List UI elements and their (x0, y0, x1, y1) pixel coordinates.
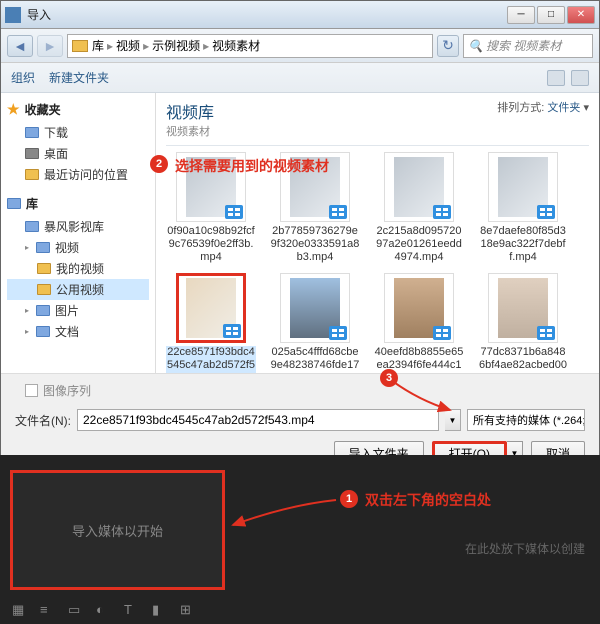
folder-icon (72, 40, 88, 52)
library-header[interactable]: 库 (7, 195, 149, 212)
sidebar-item-docs[interactable]: ▸文档 (7, 321, 149, 342)
file-open-dialog: 导入 ─ □ ✕ ◄ ► 库▸ 视频▸ 示例视频▸ 视频素材 ↻ 🔍 搜索 视频… (0, 0, 600, 455)
folder-icon (36, 305, 50, 316)
app-icon (5, 7, 21, 23)
favorites-header[interactable]: ★ 收藏夹 (7, 101, 149, 118)
sidebar-item[interactable]: 我的视频 (7, 258, 149, 279)
file-item[interactable]: 40eefd8b8855e65ea2394f6fe444c1ba.mp4 (374, 273, 464, 373)
filename-dropdown[interactable]: ▼ (445, 409, 461, 431)
file-item[interactable]: 8e7daefe80f85d318e9ac322f7debff.mp4 (478, 152, 568, 265)
search-input[interactable]: 🔍 搜索 视频素材 (463, 34, 593, 58)
view-icon[interactable] (547, 70, 565, 86)
minimize-button[interactable]: ─ (507, 6, 535, 24)
breadcrumb[interactable]: 库▸ 视频▸ 示例视频▸ 视频素材 (67, 34, 433, 58)
file-item[interactable]: 77dc8371b6a8486bf4ae82acbed000c2.mp4 (478, 273, 568, 373)
new-folder-button[interactable]: 新建文件夹 (49, 69, 109, 86)
titlebar[interactable]: 导入 ─ □ ✕ (1, 1, 599, 29)
folder-icon (25, 127, 39, 138)
folder-icon (25, 221, 39, 232)
ed-icon[interactable]: ▭ (68, 602, 82, 616)
file-item-selected[interactable]: 22ce8571f93bdc4545c47ab2d572f543.mp4 (166, 273, 256, 373)
expand-icon: ▸ (25, 306, 29, 315)
close-button[interactable]: ✕ (567, 6, 595, 24)
ed-icon[interactable]: ▦ (12, 602, 26, 616)
video-icon (225, 205, 243, 219)
filename-label: 文件名(N): (15, 412, 71, 429)
star-icon: ★ (7, 101, 20, 118)
file-list-area: 视频库 视频素材 排列方式: 文件夹 ▾ 0f90a10c98b92fcf9c7… (156, 93, 599, 373)
annotation-badge-1: 1 (340, 490, 358, 508)
video-icon (433, 205, 451, 219)
file-item[interactable]: 2c215a8d09572097a2e01261eedd4974.mp4 (374, 152, 464, 265)
video-icon (329, 326, 347, 340)
video-icon (223, 324, 241, 338)
folder-icon (36, 326, 50, 337)
refresh-button[interactable]: ↻ (437, 35, 459, 57)
import-media-panel[interactable]: 导入媒体以开始 (10, 470, 225, 590)
forward-button[interactable]: ► (37, 35, 63, 57)
ed-icon[interactable]: ≡ (40, 602, 54, 616)
video-icon (433, 326, 451, 340)
library-title: 视频库 (166, 99, 214, 123)
image-sequence-checkbox[interactable]: 图像序列 (25, 382, 585, 399)
sidebar: ★ 收藏夹 下载 桌面 最近访问的位置 库 暴风影视库 ▸视频 我的视频 公用视… (1, 93, 156, 373)
sidebar-item-recent[interactable]: 最近访问的位置 (7, 164, 149, 185)
toolbar: 组织 新建文件夹 (1, 63, 599, 93)
window-title: 导入 (27, 6, 507, 23)
ed-icon[interactable]: ◐ (96, 602, 110, 616)
file-item[interactable]: 025a5c4fffd68cbe9e48238746fde17b.mp4 (270, 273, 360, 373)
video-icon (537, 326, 555, 340)
annotation-badge-3: 3 (380, 369, 398, 387)
filename-input[interactable] (77, 409, 439, 431)
folder-icon (25, 169, 39, 180)
annotation-text-1: 双击左下角的空白处 (365, 490, 491, 510)
organize-menu[interactable]: 组织 (11, 69, 35, 86)
editor-toolbar: ▦ ≡ ▭ ◐ T ▮ ⊞ (12, 602, 194, 616)
desktop-icon (25, 148, 39, 159)
search-icon: 🔍 (468, 39, 483, 53)
sidebar-item-pictures[interactable]: ▸图片 (7, 300, 149, 321)
sidebar-item-public-video[interactable]: 公用视频 (7, 279, 149, 300)
annotation-text-2: 选择需要用到的视频素材 (175, 156, 329, 176)
timeline-hint: 在此处放下媒体以创建 (465, 540, 585, 557)
annotation-badge-2: 2 (150, 155, 168, 173)
checkbox-icon (25, 384, 38, 397)
sidebar-item-video[interactable]: ▸视频 (7, 237, 149, 258)
library-icon (7, 198, 21, 209)
back-button[interactable]: ◄ (7, 35, 33, 57)
expand-icon: ▸ (25, 327, 29, 336)
filetype-select[interactable]: 所有支持的媒体 (*.264;*.3G2; (467, 409, 585, 431)
sidebar-item-desktop[interactable]: 桌面 (7, 143, 149, 164)
folder-icon (36, 242, 50, 253)
video-icon (537, 205, 555, 219)
ed-icon[interactable]: ▮ (152, 602, 166, 616)
video-icon (329, 205, 347, 219)
expand-icon: ▸ (25, 243, 29, 252)
help-icon[interactable] (571, 70, 589, 86)
editor-area: 导入媒体以开始 在此处放下媒体以创建 ▦ ≡ ▭ ◐ T ▮ ⊞ (0, 455, 600, 624)
sidebar-item-downloads[interactable]: 下载 (7, 122, 149, 143)
library-subtitle: 视频素材 (166, 123, 214, 139)
navbar: ◄ ► 库▸ 视频▸ 示例视频▸ 视频素材 ↻ 🔍 搜索 视频素材 (1, 29, 599, 63)
sidebar-item[interactable]: 暴风影视库 (7, 216, 149, 237)
ed-icon[interactable]: T (124, 602, 138, 616)
sort-control[interactable]: 排列方式: 文件夹 ▾ (497, 99, 589, 115)
folder-icon (37, 263, 51, 274)
maximize-button[interactable]: □ (537, 6, 565, 24)
folder-icon (37, 284, 51, 295)
ed-icon[interactable]: ⊞ (180, 602, 194, 616)
